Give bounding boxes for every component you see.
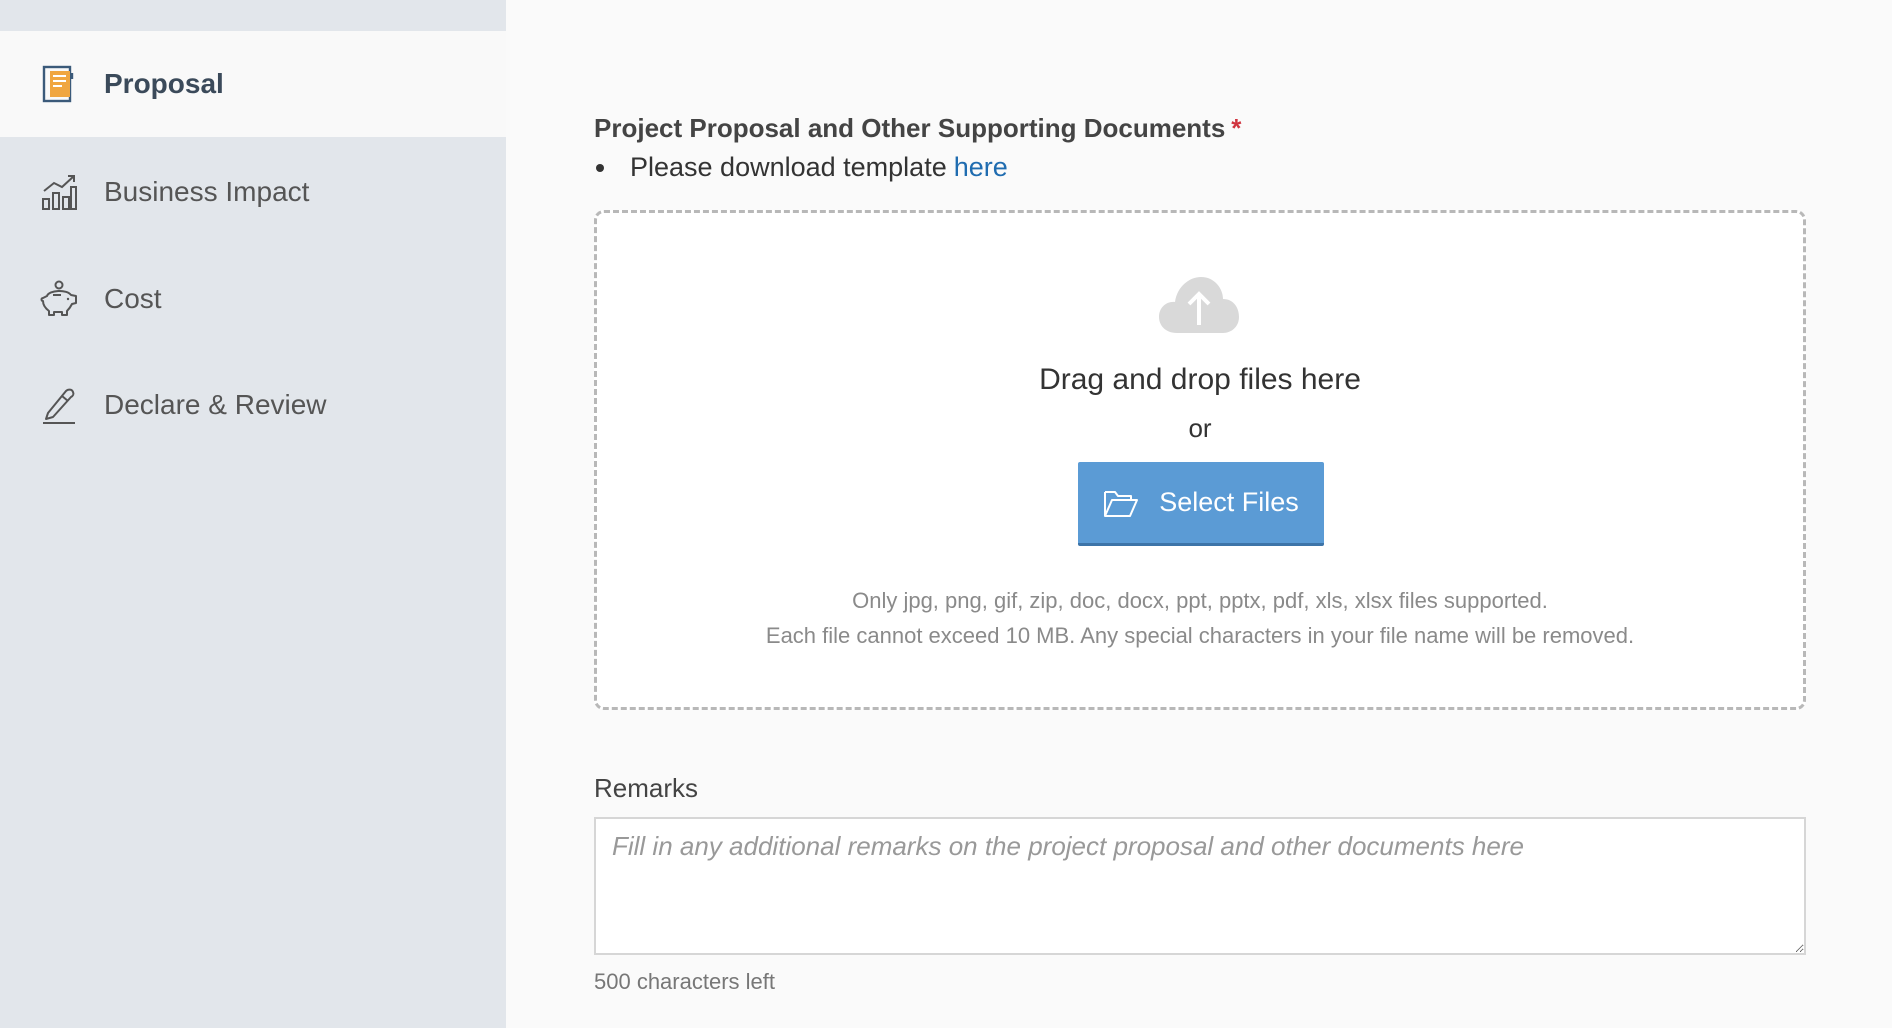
dropzone-or: or bbox=[1188, 413, 1212, 443]
sidebar-item-declare-review[interactable]: Declare & Review bbox=[0, 352, 506, 458]
cloud-upload-icon bbox=[1157, 275, 1241, 337]
piggy-bank-icon bbox=[38, 278, 80, 320]
main-content: Project Proposal and Other Supporting Do… bbox=[506, 0, 1892, 1028]
bar-chart-icon bbox=[38, 171, 80, 213]
bullet-dot bbox=[596, 163, 604, 172]
sidebar-item-label: Business Impact bbox=[104, 176, 310, 207]
template-text: Please download template bbox=[630, 152, 947, 182]
remarks-textarea[interactable] bbox=[594, 817, 1806, 955]
supported-types-hint: Only jpg, png, gif, zip, doc, docx, ppt,… bbox=[852, 588, 1548, 613]
file-size-hint: Each file cannot exceed 10 MB. Any speci… bbox=[765, 623, 1635, 648]
required-asterisk: * bbox=[1231, 113, 1242, 143]
sidebar-item-label: Proposal bbox=[104, 68, 224, 99]
upload-label-text: Project Proposal and Other Supporting Do… bbox=[594, 113, 1226, 143]
file-dropzone[interactable]: Drag and drop files here or Select Files… bbox=[594, 210, 1806, 710]
select-files-button[interactable]: Select Files bbox=[1078, 462, 1324, 546]
document-icon bbox=[38, 63, 80, 105]
sidebar-item-proposal[interactable]: Proposal bbox=[0, 31, 506, 137]
sidebar: Proposal Business Impact Cost Declare & … bbox=[0, 0, 506, 1028]
sidebar-item-cost[interactable]: Cost bbox=[0, 246, 506, 352]
sidebar-item-label: Cost bbox=[104, 283, 162, 314]
dropzone-title: Drag and drop files here bbox=[1039, 363, 1361, 396]
template-download-link[interactable]: here bbox=[954, 152, 1008, 183]
pen-icon bbox=[38, 384, 80, 426]
remarks-char-count: 500 characters left bbox=[594, 969, 775, 994]
select-files-label: Select Files bbox=[1159, 487, 1299, 517]
template-bullet: Please download template here bbox=[594, 152, 1008, 183]
sidebar-item-business-impact[interactable]: Business Impact bbox=[0, 139, 506, 245]
remarks-label: Remarks bbox=[594, 773, 699, 803]
folder-open-icon bbox=[1103, 488, 1139, 518]
sidebar-item-label: Declare & Review bbox=[104, 389, 327, 420]
upload-field-label: Project Proposal and Other Supporting Do… bbox=[594, 113, 1241, 144]
